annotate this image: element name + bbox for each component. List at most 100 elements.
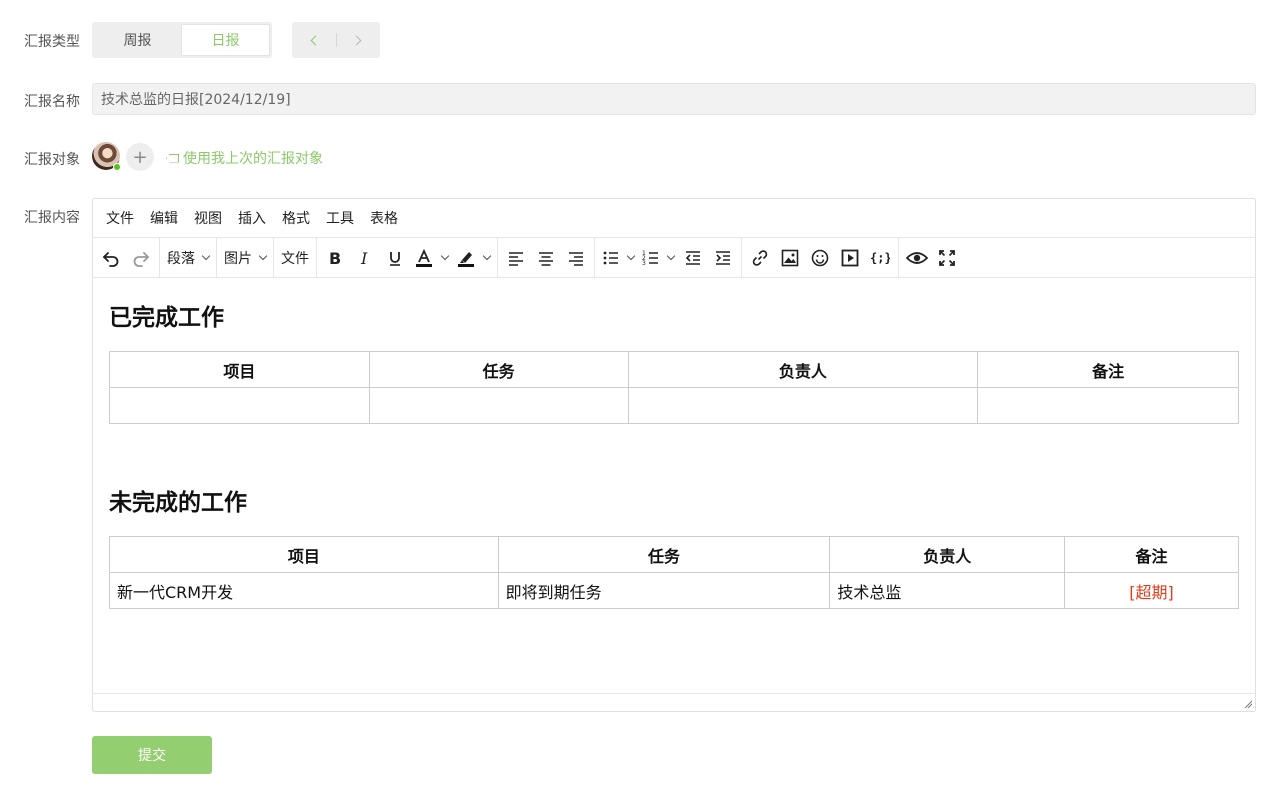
editor-toolbar: 段落 图片 文件 B I 1 2 3 {;} — [93, 238, 1255, 278]
align-center-button[interactable] — [531, 243, 561, 273]
table-header-cell: 项目 — [109, 351, 370, 388]
table-header-cell: 项目 — [109, 536, 499, 573]
chevron-down-icon — [626, 251, 636, 260]
plus-icon: + — [132, 146, 148, 168]
previous-date-button[interactable] — [292, 22, 336, 58]
table-cell[interactable]: 新一代CRM开发 — [109, 572, 499, 609]
report-type-switch: 周报 日报 — [92, 22, 272, 58]
menu-format[interactable]: 格式 — [282, 208, 310, 228]
file-group: 文件 — [274, 238, 317, 277]
media-button[interactable] — [835, 243, 865, 273]
table-header-cell: 负责人 — [829, 536, 1066, 573]
svg-text:{;}: {;} — [870, 251, 890, 265]
emoji-button[interactable] — [805, 243, 835, 273]
table-cell[interactable] — [977, 387, 1239, 424]
rich-text-editor: 文件 编辑 视图 插入 格式 工具 表格 段落 图片 文件 B I 1 2 3 … — [92, 198, 1256, 712]
daily-report-option[interactable]: 日报 — [181, 24, 270, 56]
align-right-button[interactable] — [561, 243, 591, 273]
align-left-button[interactable] — [501, 243, 531, 273]
preview-icon — [906, 251, 928, 264]
table-cell[interactable] — [627, 387, 979, 424]
history-group — [93, 238, 160, 277]
chevron-down-icon — [258, 251, 268, 260]
submit-button[interactable]: 提交 — [92, 736, 212, 774]
image-icon — [781, 249, 799, 266]
overdue-tag[interactable]: [超期] — [1064, 572, 1239, 609]
file-button-label: 文件 — [281, 250, 309, 267]
resize-handle-icon[interactable] — [1244, 700, 1252, 708]
editor-content-area[interactable]: 已完成工作 项目 任务 负责人 备注 未完成的工作 项目 任务 负责人 备注 新… — [93, 278, 1255, 693]
text-color-button[interactable] — [410, 243, 452, 273]
text-style-group: B I — [317, 238, 498, 277]
align-left-icon — [509, 251, 523, 266]
image-dropdown-label: 图片 — [224, 250, 252, 267]
menu-edit[interactable]: 编辑 — [150, 208, 178, 228]
image-dropdown[interactable]: 图片 — [220, 243, 270, 273]
table-header-cell: 任务 — [368, 351, 629, 388]
table-cell[interactable]: 即将到期任务 — [497, 572, 831, 609]
bullet-list-button[interactable] — [598, 243, 638, 273]
table-header-cell: 任务 — [497, 536, 831, 573]
redo-button[interactable] — [126, 243, 156, 273]
align-center-icon — [539, 251, 553, 266]
online-status-dot — [113, 163, 121, 171]
underline-icon — [390, 251, 400, 266]
menu-insert[interactable]: 插入 — [238, 208, 266, 228]
highlight-color-button[interactable] — [452, 243, 494, 273]
preview-button[interactable] — [902, 243, 932, 273]
align-group — [498, 238, 595, 277]
chevron-right-icon — [351, 35, 362, 45]
editor-statusbar — [93, 693, 1255, 711]
reuse-last-targets-link[interactable]: 使用我上次的汇报对象 — [166, 148, 323, 168]
align-right-icon — [569, 251, 583, 266]
indent-icon — [716, 250, 730, 265]
code-icon: {;} — [870, 251, 890, 265]
code-sample-button[interactable]: {;} — [865, 243, 895, 273]
incomplete-work-heading: 未完成的工作 — [109, 490, 247, 516]
undo-button[interactable] — [96, 243, 126, 273]
date-pager — [292, 22, 380, 58]
table-cell[interactable]: 技术总监 — [829, 572, 1066, 609]
indent-button[interactable] — [708, 243, 738, 273]
report-type-label: 汇报类型 — [24, 34, 80, 50]
chevron-down-icon — [482, 251, 492, 260]
incomplete-work-table: 项目 任务 负责人 备注 新一代CRM开发 即将到期任务 技术总监 [超期] — [109, 536, 1239, 609]
text-color-icon — [416, 248, 432, 267]
insert-image-button[interactable] — [775, 243, 805, 273]
report-content-label: 汇报内容 — [24, 210, 80, 226]
view-group — [899, 238, 965, 277]
report-name-field[interactable]: 技术总监的日报[2024/12/19] — [92, 83, 1256, 115]
link-icon — [752, 249, 768, 266]
italic-button[interactable]: I — [350, 243, 380, 273]
numbered-list-button[interactable]: 123 — [638, 243, 678, 273]
add-target-button[interactable]: + — [126, 143, 154, 171]
table-cell[interactable] — [368, 387, 629, 424]
table-header-row: 项目 任务 负责人 备注 — [109, 351, 1239, 388]
file-button[interactable]: 文件 — [277, 243, 313, 273]
link-button[interactable] — [745, 243, 775, 273]
table-header-cell: 备注 — [977, 351, 1239, 388]
completed-work-heading: 已完成工作 — [109, 305, 224, 331]
paragraph-format-dropdown[interactable]: 段落 — [163, 243, 213, 273]
paragraph-group: 段落 — [160, 238, 217, 277]
menu-table[interactable]: 表格 — [370, 208, 398, 228]
weekly-report-option[interactable]: 周报 — [94, 24, 181, 56]
outdent-icon — [685, 250, 700, 265]
media-icon — [841, 249, 859, 266]
reuse-last-targets-text: 使用我上次的汇报对象 — [183, 151, 323, 167]
redo-icon — [133, 251, 149, 267]
completed-work-table: 项目 任务 负责人 备注 — [109, 351, 1239, 424]
fullscreen-button[interactable] — [932, 243, 962, 273]
underline-button[interactable] — [380, 243, 410, 273]
menu-tools[interactable]: 工具 — [326, 208, 354, 228]
menu-file[interactable]: 文件 — [106, 208, 134, 228]
table-cell[interactable] — [109, 387, 370, 424]
bold-button[interactable]: B — [320, 243, 350, 273]
bullet-list-icon — [603, 251, 618, 264]
report-name-label: 汇报名称 — [24, 94, 80, 110]
next-date-button[interactable] — [337, 22, 381, 58]
menu-view[interactable]: 视图 — [194, 208, 222, 228]
emoji-icon — [811, 249, 829, 266]
outdent-button[interactable] — [678, 243, 708, 273]
table-header-cell: 备注 — [1064, 536, 1239, 573]
